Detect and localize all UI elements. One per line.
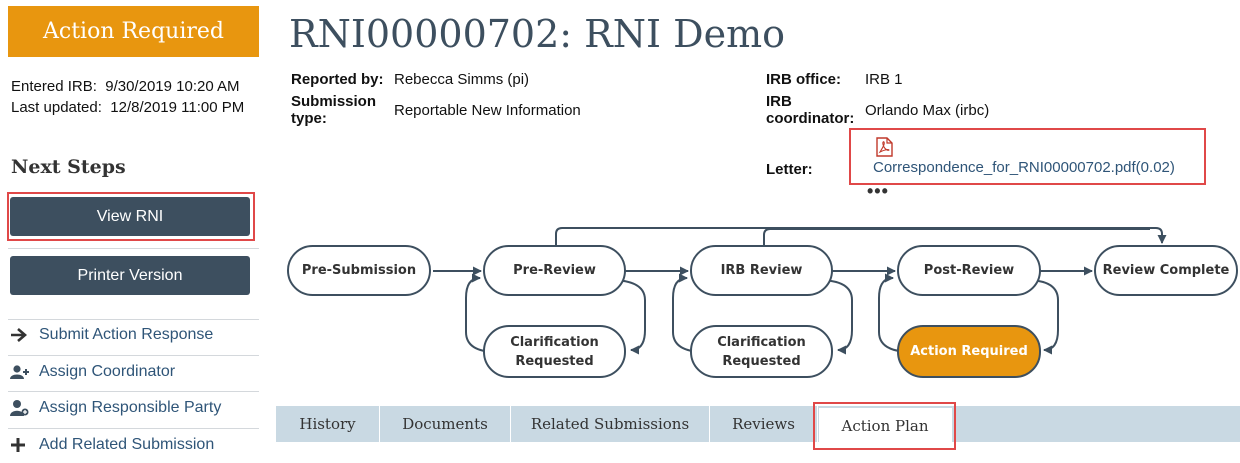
node-label-line2: Requested [722,353,801,369]
node-pre-submission: Pre-Submission [287,245,431,296]
node-action-required: Action Required [897,325,1041,378]
node-clarification-requested-1: Clarification Requested [483,325,626,378]
node-review-complete: Review Complete [1094,245,1238,296]
workflow-connectors [433,227,1167,355]
node-label-line1: Clarification [510,334,599,350]
tab-related-submissions[interactable]: Related Submissions [511,406,710,442]
tab-reviews[interactable]: Reviews [710,406,818,442]
action-plan-highlight [813,402,956,450]
node-pre-review: Pre-Review [483,245,626,296]
node-clarification-requested-2: Clarification Requested [690,325,833,378]
node-label-line2: Requested [515,353,594,369]
node-irb-review: IRB Review [690,245,833,296]
tab-history[interactable]: History [276,406,380,442]
node-post-review: Post-Review [897,245,1041,296]
tab-documents[interactable]: Documents [380,406,511,442]
node-label-line1: Clarification [717,334,806,350]
